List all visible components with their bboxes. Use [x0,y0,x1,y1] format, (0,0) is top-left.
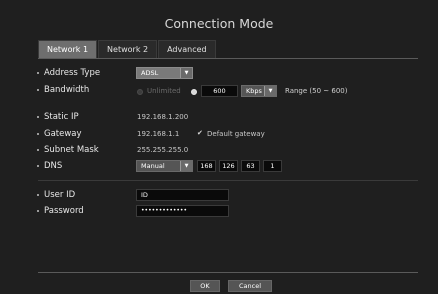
bullet-icon [37,88,39,91]
password-label: Password [44,206,84,216]
section-divider [38,180,418,181]
gateway-row-label: Gateway [37,129,82,139]
address-type-label: Address Type [44,68,101,78]
bullet-icon [37,209,39,212]
subnet-mask-row-label: Subnet Mask [37,145,99,155]
tab-network-2[interactable]: Network 2 [98,40,158,58]
chevron-down-icon: ▼ [180,161,192,171]
dns-mode-value: Manual [141,162,165,170]
dns-octet-3[interactable]: 63 [241,160,260,172]
bullet-icon [37,71,39,74]
bandwidth-label: Bandwidth [44,85,90,95]
bandwidth-unit-value: Kbps [246,87,262,95]
dialog-title: Connection Mode [164,16,274,31]
address-type-value: ADSL [141,69,159,77]
bandwidth-input[interactable]: 600 [201,85,238,97]
bullet-icon [37,148,39,151]
user-id-input[interactable]: ID [136,189,229,201]
connection-mode-dialog: Connection Mode Network 1 Network 2 Adva… [0,0,438,294]
cancel-button[interactable]: Cancel [228,280,272,292]
user-id-row-label: User ID [37,190,75,200]
gateway-value: 192.168.1.1 [137,130,180,138]
subnet-mask-value: 255.255.255.0 [137,146,189,154]
bullet-icon [37,132,39,135]
static-ip-row-label: Static IP [37,112,79,122]
unlimited-label: Unlimited [147,87,181,95]
chevron-down-icon: ▼ [180,68,192,78]
bullet-icon [37,164,39,167]
bullet-icon [37,193,39,196]
address-type-select[interactable]: ADSL ▼ [136,67,193,79]
tab-divider [38,58,418,59]
bandwidth-row-label: Bandwidth [37,85,89,95]
default-gateway-label: Default gateway [207,130,265,138]
unlimited-radio[interactable] [137,89,143,95]
dns-octet-4[interactable]: 1 [263,160,282,172]
dns-octet-1[interactable]: 168 [197,160,216,172]
bandwidth-range-text: Range (50 ~ 600) [285,87,348,95]
gateway-label: Gateway [44,129,82,139]
check-icon[interactable]: ✔ [197,129,203,137]
dns-row-label: DNS [37,161,62,171]
static-ip-label: Static IP [44,112,79,122]
custom-bandwidth-radio[interactable] [191,89,197,95]
bandwidth-unit-select[interactable]: Kbps ▼ [241,85,277,97]
dns-mode-select[interactable]: Manual ▼ [136,160,193,172]
address-type-row-label: Address Type [37,68,100,78]
password-input[interactable]: ••••••••••••• [136,205,229,217]
footer-divider [38,272,418,273]
dns-octet-2[interactable]: 126 [219,160,238,172]
dns-label: DNS [44,161,63,171]
ok-button[interactable]: OK [190,280,220,292]
password-row-label: Password [37,206,84,216]
bullet-icon [37,115,39,118]
tab-advanced[interactable]: Advanced [158,40,216,58]
tab-bar: Network 1 Network 2 Advanced [38,40,217,58]
chevron-down-icon: ▼ [264,86,276,96]
tab-network-1[interactable]: Network 1 [38,40,98,58]
static-ip-value: 192.168.1.200 [137,113,189,121]
subnet-mask-label: Subnet Mask [44,145,99,155]
user-id-label: User ID [44,190,76,200]
